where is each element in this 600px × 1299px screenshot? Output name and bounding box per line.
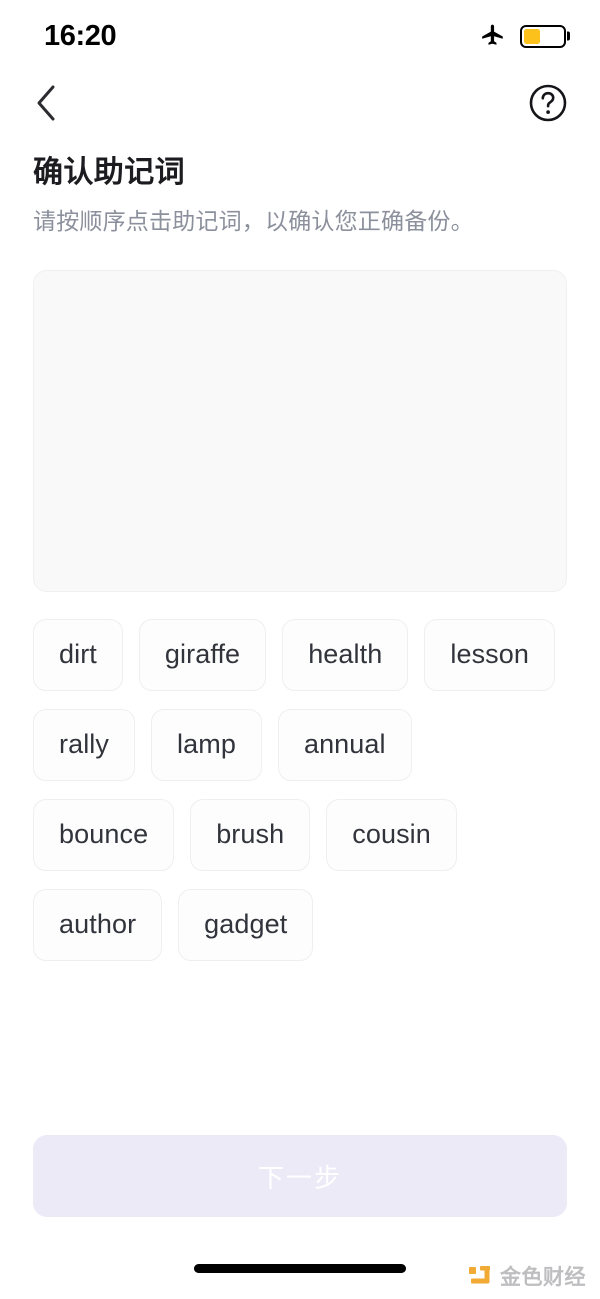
jinse-logo-icon [469,1266,490,1284]
word-chip[interactable]: giraffe [138,618,267,691]
status-bar-indicators [480,23,566,49]
question-mark-circle-icon [529,84,567,122]
word-bank: dirt giraffe health lesson rally lamp annual bo… [33,618,567,961]
watermark: 金色财经 [467,1261,586,1291]
battery-icon [520,24,566,48]
word-chip[interactable]: lamp [151,708,262,781]
navigation-bar [0,72,600,134]
word-chip[interactable]: annual [277,708,412,781]
header-block: 确认助记词 请按顺序点击助记词，以确认您正确备份。 [0,134,600,237]
chevron-left-icon [37,85,55,121]
bottom-bar: 金色财经 [0,1237,600,1299]
word-chip[interactable]: bounce [33,798,175,871]
status-bar: 16:20 [0,0,600,72]
app-screen: 16:20 确认助记词 请按顺序点击助记词，以确认您正确备份。 dirt gir… [0,0,600,1299]
status-bar-time: 16:20 [44,19,117,52]
word-chip[interactable]: gadget [178,888,314,961]
word-chip[interactable]: author [33,888,163,961]
word-chip[interactable]: health [282,618,409,691]
word-chip[interactable]: brush [190,798,311,871]
airplane-mode-icon [482,24,503,45]
next-button[interactable]: 下一步 [33,1135,567,1217]
battery-fill [524,28,540,44]
word-chip[interactable]: lesson [424,618,556,691]
word-chip[interactable]: cousin [326,798,457,871]
word-chip[interactable]: rally [33,708,136,781]
word-chip[interactable]: dirt [33,618,123,691]
selected-words-area[interactable] [33,269,567,592]
home-indicator[interactable] [194,1263,406,1273]
page-title: 确认助记词 [33,156,185,189]
page-subtitle: 请按顺序点击助记词，以确认您正确备份。 [33,207,474,234]
watermark-text: 金色财经 [500,1266,586,1289]
back-button[interactable] [22,79,70,127]
footer: 下一步 [0,1135,600,1217]
help-button[interactable] [526,81,570,125]
